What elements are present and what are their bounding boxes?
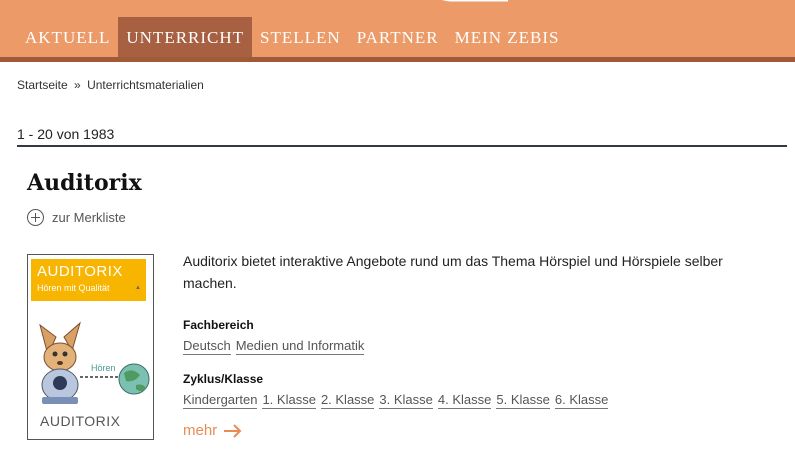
thumbnail-bubble-text: Hören	[91, 363, 116, 373]
result-count: 1 - 20 von 1983	[17, 126, 115, 142]
tag-deutsch[interactable]: Deutsch	[183, 338, 231, 355]
zyklus-tags: Kindergarten 1. Klasse 2. Klasse 3. Klas…	[183, 392, 613, 409]
tag-medien-und-informatik[interactable]: Medien und Informatik	[235, 338, 365, 355]
tag-3-klasse[interactable]: 3. Klasse	[379, 392, 433, 409]
bookmark-label: zur Merkliste	[52, 210, 126, 225]
tag-5-klasse[interactable]: 5. Klasse	[496, 392, 550, 409]
nav-item-stellen[interactable]: STELLEN	[252, 17, 349, 57]
thumbnail-caption: AUDITORIX	[40, 413, 121, 429]
result-divider	[17, 145, 787, 147]
more-link[interactable]: mehr	[183, 422, 243, 439]
more-label: mehr	[183, 422, 218, 439]
tag-6-klasse[interactable]: 6. Klasse	[554, 392, 609, 409]
item-description: Auditorix bietet interaktive Angebote ru…	[183, 253, 723, 291]
breadcrumb-separator: »	[74, 78, 81, 92]
nav-item-unterricht[interactable]: UNTERRICHT	[118, 17, 253, 57]
main-menu: AKTUELL UNTERRICHT STELLEN PARTNER MEIN …	[17, 17, 568, 57]
fachbereich-tags: Deutsch Medien und Informatik	[183, 338, 369, 355]
add-to-bookmarks-button[interactable]: zur Merkliste	[27, 209, 126, 226]
nav-item-aktuell[interactable]: AKTUELL	[17, 17, 118, 57]
tag-1-klasse[interactable]: 1. Klasse	[262, 392, 316, 409]
tag-2-klasse[interactable]: 2. Klasse	[320, 392, 375, 409]
zyklus-label: Zyklus/Klasse	[183, 372, 264, 386]
breadcrumb-current: Unterrichtsmaterialien	[87, 78, 204, 92]
item-title[interactable]: Auditorix	[27, 170, 142, 196]
plus-circle-icon	[27, 209, 44, 226]
tag-kindergarten[interactable]: Kindergarten	[183, 392, 258, 409]
breadcrumb-home-link[interactable]: Startseite	[17, 78, 68, 92]
tag-4-klasse[interactable]: 4. Klasse	[437, 392, 492, 409]
top-navigation: AKTUELL UNTERRICHT STELLEN PARTNER MEIN …	[0, 0, 795, 62]
nav-item-mein-zebis[interactable]: MEIN ZEBIS	[447, 17, 568, 57]
nav-underline	[0, 57, 795, 62]
fachbereich-label: Fachbereich	[183, 318, 254, 332]
nav-item-partner[interactable]: PARTNER	[349, 17, 447, 57]
mascot-illustration	[39, 321, 150, 404]
breadcrumb: Startseite » Unterrichtsmaterialien	[17, 78, 204, 92]
arrow-right-icon	[224, 423, 242, 438]
item-thumbnail[interactable]: AUDITORIX Hören mit Qualität ▲ Hören AUD…	[27, 254, 154, 440]
